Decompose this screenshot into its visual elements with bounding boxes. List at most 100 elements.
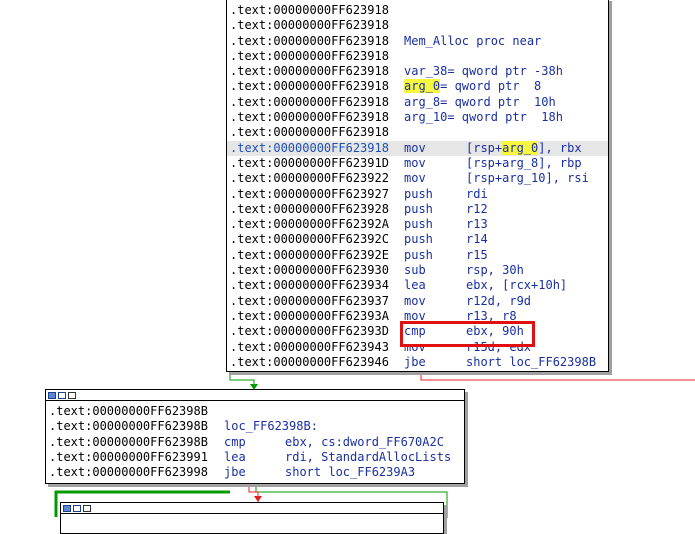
- operand-pre[interactable]: [rsp+: [466, 141, 502, 155]
- disasm-line[interactable]: .text:00000000FF623922 mov [rsp+arg_10], r…: [227, 171, 608, 186]
- graph-icon[interactable]: [73, 504, 81, 512]
- address[interactable]: .text:00000000FF623937: [230, 294, 389, 308]
- address[interactable]: .text:00000000FF623991: [49, 450, 208, 464]
- operand[interactable]: [rsp+arg_0], rbx: [466, 140, 582, 156]
- mnemonic[interactable]: cmp: [224, 435, 246, 450]
- mnemonic[interactable]: mov: [404, 340, 426, 355]
- mnemonic[interactable]: mov: [404, 141, 426, 156]
- mnemonic[interactable]: push: [404, 248, 433, 263]
- disasm-line[interactable]: .text:00000000FF623918 Mem_Alloc proc nea…: [227, 34, 608, 49]
- operand-post[interactable]: ], rbx: [538, 141, 581, 155]
- mnemonic[interactable]: mov: [404, 294, 426, 309]
- operand[interactable]: r15d, edx: [466, 340, 531, 355]
- graph-icon[interactable]: [58, 391, 66, 399]
- label-rest[interactable]: = qword ptr 8: [440, 79, 541, 93]
- operand[interactable]: r13: [466, 217, 488, 232]
- operand[interactable]: rdi, StandardAllocLists: [285, 450, 451, 465]
- list-icon[interactable]: [68, 391, 76, 399]
- disasm-line[interactable]: .text:00000000FF623937 mov r12d, r9d: [227, 294, 608, 309]
- label-text[interactable]: var_38= qword ptr -38h: [404, 64, 563, 79]
- address[interactable]: .text:00000000FF623922: [230, 171, 389, 185]
- disasm-line[interactable]: .text:00000000FF62393D cmp ebx, 90h: [227, 324, 608, 339]
- address[interactable]: .text:00000000FF623930: [230, 263, 389, 277]
- disasm-line[interactable]: .text:00000000FF623998 jbe short loc_FF623…: [46, 465, 464, 480]
- disasm-line[interactable]: .text:00000000FF623930 sub rsp, 30h: [227, 263, 608, 278]
- code-block-mem-alloc[interactable]: .text:00000000FF623918 .text:00000000FF62…: [226, 0, 609, 372]
- mnemonic[interactable]: push: [404, 217, 433, 232]
- disasm-line[interactable]: .text:00000000FF62392E push r15: [227, 248, 608, 263]
- operand[interactable]: [rsp+arg_10], rsi: [466, 171, 589, 186]
- disasm-line[interactable]: .text:00000000FF623918 arg_8= qword ptr 1…: [227, 95, 608, 110]
- address[interactable]: .text:00000000FF623918: [230, 110, 389, 124]
- disasm-line[interactable]: .text:00000000FF623918 arg_10= qword ptr …: [227, 110, 608, 125]
- address[interactable]: .text:00000000FF62398B: [49, 404, 208, 418]
- color-icon[interactable]: [63, 504, 71, 512]
- operand[interactable]: rsp, 30h: [466, 263, 524, 278]
- address[interactable]: .text:00000000FF62393D: [230, 324, 389, 338]
- list-icon[interactable]: [83, 504, 91, 512]
- code-block-loc-ff62398b[interactable]: .text:00000000FF62398B .text:00000000FF62…: [45, 389, 465, 484]
- address[interactable]: .text:00000000FF623918: [230, 125, 389, 139]
- mnemonic[interactable]: push: [404, 202, 433, 217]
- address[interactable]: .text:00000000FF623918: [230, 49, 389, 63]
- disasm-line[interactable]: .text:00000000FF62398B loc_FF62398B:: [46, 419, 464, 434]
- label-text[interactable]: arg_8= qword ptr 10h: [404, 95, 556, 110]
- address[interactable]: .text:00000000FF62398B: [49, 419, 208, 433]
- mnemonic[interactable]: sub: [404, 263, 426, 278]
- operand[interactable]: short loc_FF62398B: [466, 355, 596, 370]
- address[interactable]: .text:00000000FF623918: [230, 95, 389, 109]
- disasm-line[interactable]: .text:00000000FF623918 var_38= qword ptr …: [227, 64, 608, 79]
- disasm-line[interactable]: .text:00000000FF623991 lea rdi, StandardAl…: [46, 450, 464, 465]
- disasm-line[interactable]: .text:00000000FF623946 jbe short loc_FF623…: [227, 355, 608, 370]
- address[interactable]: .text:00000000FF623918: [230, 141, 389, 155]
- address[interactable]: .text:00000000FF62392A: [230, 217, 389, 231]
- operand[interactable]: r12: [466, 202, 488, 217]
- disasm-line[interactable]: .text:00000000FF623927 push rdi: [227, 187, 608, 202]
- disasm-line[interactable]: .text:00000000FF62391D mov [rsp+arg_8], rb…: [227, 156, 608, 171]
- label-text[interactable]: arg_10= qword ptr 18h: [404, 110, 563, 125]
- disasm-line[interactable]: .text:00000000FF623928 push r12: [227, 202, 608, 217]
- disasm-line[interactable]: .text:00000000FF623918: [227, 18, 608, 33]
- operand[interactable]: ebx, cs:dword_FF670A2C: [285, 435, 444, 450]
- address[interactable]: .text:00000000FF623934: [230, 278, 389, 292]
- mnemonic[interactable]: jbe: [224, 465, 246, 480]
- mnemonic[interactable]: cmp: [404, 324, 426, 339]
- address[interactable]: .text:00000000FF623927: [230, 187, 389, 201]
- disasm-line[interactable]: .text:00000000FF62392C push r14: [227, 232, 608, 247]
- address[interactable]: .text:00000000FF623918: [230, 64, 389, 78]
- disasm-line[interactable]: .text:00000000FF623934 lea ebx, [rcx+10h]: [227, 278, 608, 293]
- address[interactable]: .text:00000000FF623946: [230, 355, 389, 369]
- address[interactable]: .text:00000000FF62392E: [230, 248, 389, 262]
- mnemonic[interactable]: push: [404, 232, 433, 247]
- address[interactable]: .text:00000000FF62391D: [230, 156, 389, 170]
- disasm-line[interactable]: .text:00000000FF623918: [227, 3, 608, 18]
- operand[interactable]: rdi: [466, 187, 488, 202]
- disasm-line[interactable]: .text:00000000FF623918 mov [rsp+arg_0], rb…: [227, 140, 608, 156]
- mnemonic[interactable]: jbe: [404, 355, 426, 370]
- address[interactable]: .text:00000000FF623943: [230, 340, 389, 354]
- operand[interactable]: ebx, 90h: [466, 324, 524, 339]
- mnemonic[interactable]: lea: [224, 450, 246, 465]
- highlighted-arg[interactable]: arg_0: [502, 140, 539, 155]
- operand[interactable]: short loc_FF6239A3: [285, 465, 415, 480]
- operand[interactable]: ebx, [rcx+10h]: [466, 278, 567, 293]
- highlighted-arg[interactable]: arg_0: [404, 79, 441, 94]
- disasm-line[interactable]: .text:00000000FF623918: [227, 125, 608, 140]
- disasm-line[interactable]: .text:00000000FF62393A mov r13, r8: [227, 309, 608, 324]
- address[interactable]: .text:00000000FF623998: [49, 465, 208, 479]
- label-text[interactable]: Mem_Alloc proc near: [404, 34, 541, 49]
- code-block-next[interactable]: [60, 502, 444, 534]
- address[interactable]: .text:00000000FF623918: [230, 79, 389, 93]
- address[interactable]: .text:00000000FF623928: [230, 202, 389, 216]
- disasm-line[interactable]: .text:00000000FF62392A push r13: [227, 217, 608, 232]
- disasm-line[interactable]: .text:00000000FF62398B: [46, 404, 464, 419]
- operand[interactable]: r14: [466, 232, 488, 247]
- operand[interactable]: r15: [466, 248, 488, 263]
- address[interactable]: .text:00000000FF623918: [230, 34, 389, 48]
- mnemonic[interactable]: mov: [404, 156, 426, 171]
- address[interactable]: .text:00000000FF62393A: [230, 309, 389, 323]
- address[interactable]: .text:00000000FF62398B: [49, 435, 208, 449]
- disasm-line[interactable]: .text:00000000FF623918 arg_0= qword ptr 8: [227, 79, 608, 94]
- address[interactable]: .text:00000000FF62392C: [230, 232, 389, 246]
- color-icon[interactable]: [48, 391, 56, 399]
